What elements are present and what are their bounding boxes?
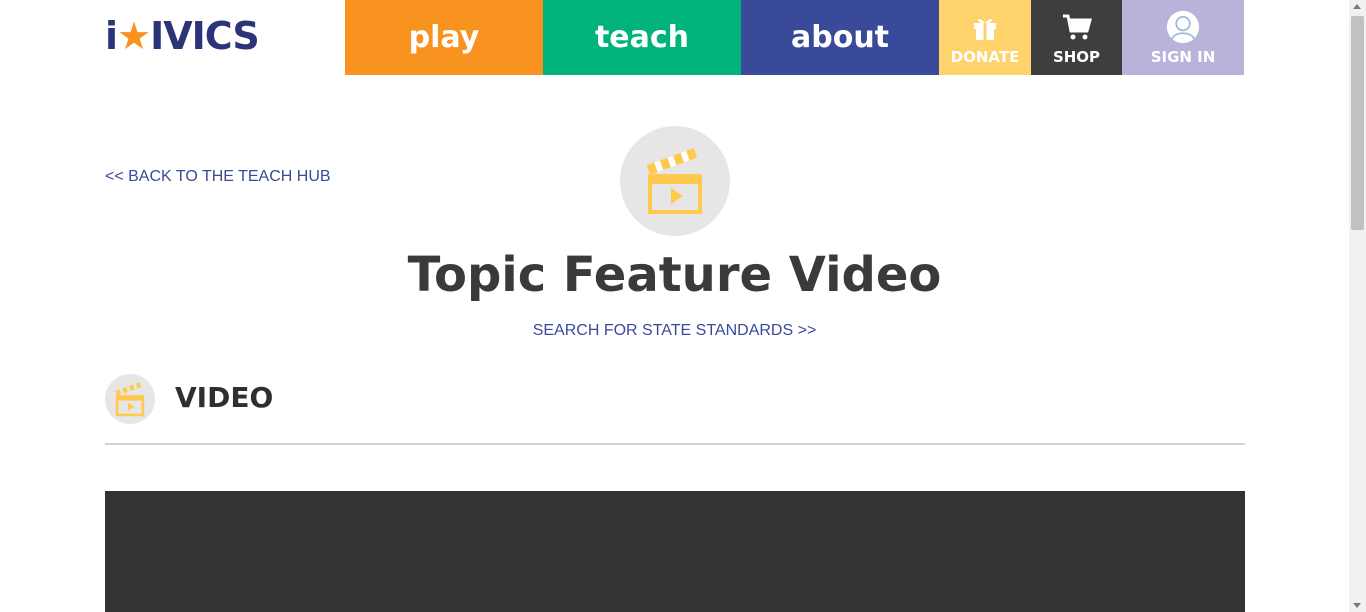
section-divider (105, 443, 1245, 445)
nav-signin-label: SIGN IN (1150, 47, 1216, 66)
logo-text: i★IVICS (105, 14, 260, 58)
section-title: VIDEO (175, 381, 274, 414)
page: i★IVICS play teach about DONATE SHOP SIG… (0, 0, 1349, 612)
main-nav: play teach about DONATE SHOP SIGN IN (345, 0, 1244, 75)
back-to-teach-hub-link[interactable]: << BACK TO THE TEACH HUB (105, 168, 331, 186)
vertical-scrollbar[interactable] (1349, 0, 1366, 612)
nav-shop[interactable]: SHOP (1031, 0, 1122, 75)
scroll-thumb[interactable] (1351, 16, 1364, 230)
clapperboard-icon (620, 126, 730, 236)
nav-teach-label: teach (594, 20, 690, 55)
icivics-logo[interactable]: i★IVICS (105, 13, 260, 59)
avatar-icon (1166, 10, 1200, 44)
nav-shop-label: SHOP (1052, 47, 1101, 66)
video-player[interactable] (105, 491, 1245, 612)
nav-play-label: play (408, 20, 480, 55)
page-title: Topic Feature Video (407, 247, 942, 303)
nav-donate[interactable]: DONATE (939, 0, 1031, 75)
gift-icon (968, 10, 1002, 44)
logo-prefix: i (105, 14, 118, 58)
cart-icon (1060, 10, 1094, 44)
clapperboard-icon (105, 374, 155, 424)
logo-suffix: IVICS (150, 14, 260, 58)
scroll-down-arrow-icon[interactable] (1353, 603, 1361, 608)
nav-about[interactable]: about (741, 0, 939, 75)
scroll-up-arrow-icon[interactable] (1353, 4, 1361, 9)
nav-donate-label: DONATE (950, 47, 1020, 66)
nav-about-label: about (790, 20, 890, 55)
nav-teach[interactable]: teach (543, 0, 741, 75)
logo-star-icon: ★ (117, 14, 151, 58)
nav-signin[interactable]: SIGN IN (1122, 0, 1244, 75)
search-state-standards-link[interactable]: SEARCH FOR STATE STANDARDS >> (0, 322, 1349, 340)
nav-play[interactable]: play (345, 0, 543, 75)
